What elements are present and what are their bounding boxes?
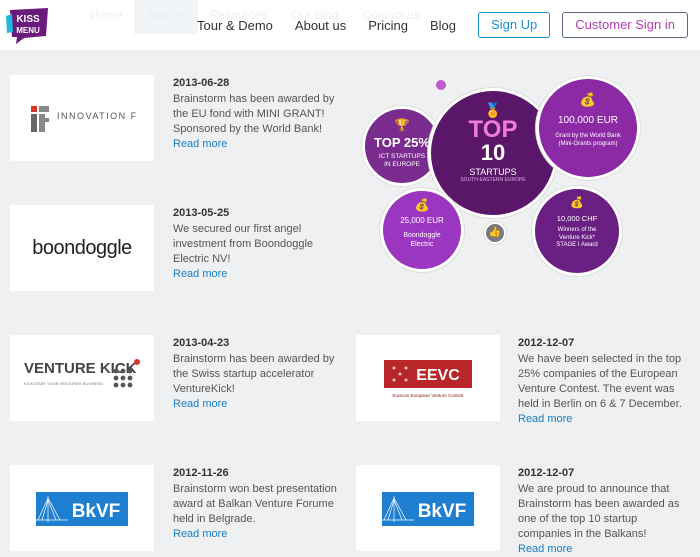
money-bag-icon: 💰: [414, 198, 430, 212]
badge-25k-small: Boondoggle Electric: [403, 232, 441, 248]
award-line: Brainstorm has been awarded as: [518, 498, 680, 510]
award-date: 2012-12-07: [518, 337, 575, 349]
award-line: We are proud to announce that: [518, 483, 670, 495]
award-item-3: 2013-04-23 Brainstorm has been awarded b…: [173, 336, 334, 412]
award-item-5: 2012-11-26 Brainstorm won best presentat…: [173, 466, 337, 542]
logo-text-menu: MENU: [16, 26, 40, 35]
innovation-fund-logo: INNOVATION FUND: [31, 106, 137, 132]
eevc-logo: EEVC Eurecan European Venture Contest: [384, 360, 472, 398]
read-more-link[interactable]: Read more: [173, 137, 334, 152]
nav-about-us[interactable]: About us: [295, 18, 346, 33]
read-more-link[interactable]: Read more: [173, 397, 334, 412]
badge-25k-eur[interactable]: 💰 25,000 EUR Boondoggle Electric: [380, 188, 464, 272]
award-line: companies in the Balkans!: [518, 528, 647, 540]
read-more-link[interactable]: Read more: [173, 267, 313, 282]
innovation-fund-logo-text: INNOVATION FUND: [57, 111, 137, 121]
award-line: investment from Boondoggle: [173, 238, 314, 250]
bkvf-logo: BkVF: [36, 492, 128, 526]
nav-tour-demo[interactable]: Tour & Demo: [197, 18, 273, 33]
nav-pricing[interactable]: Pricing: [368, 18, 408, 33]
award-line: We have been selected in the top: [518, 353, 682, 365]
venture-kick-logo-card[interactable]: VENTURE KICK KICKSTART YOUR VENTURES BUS…: [10, 335, 154, 421]
decor-dot-icon: [436, 80, 446, 90]
badge-100k-big: 100,000 EUR: [557, 115, 619, 126]
award-line: the EU fond with MINI GRANT!: [173, 108, 325, 120]
badge-top10-big2: 10: [480, 140, 506, 165]
badge-100k-eur[interactable]: 💰 100,000 EUR Grant by the World Bank (M…: [536, 76, 640, 180]
badge-10k-chf[interactable]: 💰 10,000 CHF Winners of the Venture Kick…: [532, 186, 622, 276]
top-bar: Home Awards Resources Our Blog Contact u…: [0, 0, 700, 50]
award-line: VentureKick!: [173, 383, 235, 395]
sign-up-button[interactable]: Sign Up: [478, 12, 551, 38]
venture-kick-logo: VENTURE KICK KICKSTART YOUR VENTURES BUS…: [24, 359, 140, 388]
main-nav: Tour & Demo About us Pricing Blog Sign U…: [197, 12, 700, 38]
eevc-logo-text: EEVC: [416, 367, 460, 384]
badge-top10-mid: STARTUPS: [469, 167, 517, 177]
award-line: Brainstorm has been awarded by: [173, 353, 335, 365]
venture-kick-logo-sub: KICKSTART YOUR VENTURES BUSINESS: [24, 381, 103, 386]
eevc-logo-sub: Eurecan European Venture Contest: [392, 393, 464, 398]
award-line: Electric NV!: [173, 253, 231, 265]
money-bag-icon: 💰: [579, 92, 597, 107]
badge-top10-small: SOUTH-EASTERN EUROPE: [460, 177, 526, 183]
award-date: 2013-06-28: [173, 77, 230, 89]
eevc-logo-card[interactable]: EEVC Eurecan European Venture Contest: [356, 335, 500, 421]
award-line: Venture Contest. The event was: [518, 383, 675, 395]
bkvf-logo-text: BkVF: [72, 501, 121, 522]
award-line: 25% companies of the European: [518, 368, 678, 380]
boondoggle-logo-card[interactable]: boondoggle: [10, 205, 154, 291]
boondoggle-logo: boondoggle: [32, 236, 132, 259]
badge-25k-big: 25,000 EUR: [400, 216, 444, 225]
bkvf-logo-card[interactable]: BkVF: [10, 465, 154, 551]
venture-kick-logo-text: VENTURE KICK: [24, 360, 137, 377]
nav-blog[interactable]: Blog: [430, 18, 456, 33]
award-line: held in Berlin on 6 & 7 December.: [518, 398, 682, 410]
bkvf-logo: BkVF: [382, 492, 474, 526]
read-more-link[interactable]: Read more: [518, 542, 679, 557]
badge-10k-big: 10,000 CHF: [556, 214, 598, 223]
bkvf-logo-text: BkVF: [418, 501, 467, 522]
award-date: 2012-11-26: [173, 467, 229, 479]
award-line: held in Belgrade.: [173, 513, 256, 525]
kiss-menu-logo[interactable]: KISS MENU: [4, 6, 52, 44]
award-line: the Swiss startup accelerator: [173, 368, 315, 380]
bkvf-logo-card[interactable]: BkVF: [356, 465, 500, 551]
award-line: award at Balkan Venture Forume: [173, 498, 334, 510]
awards-badge-cluster: 🏆 TOP 25% ICT STARTUPS IN EUROPE 🏅 TOP 1…: [358, 72, 658, 287]
money-bag-icon: 💰: [570, 197, 584, 209]
award-item-2: 2013-05-25 We secured our first angel in…: [173, 206, 313, 282]
award-item-4: 2012-12-07 We have been selected in the …: [518, 336, 682, 427]
medal-icon: 🏅: [484, 102, 502, 118]
read-more-link[interactable]: Read more: [518, 412, 682, 427]
award-item-1: 2013-06-28 Brainstorm has been awarded b…: [173, 76, 334, 152]
logo-text-kiss: KISS: [16, 14, 40, 25]
trophy-icon: 🏆: [394, 118, 410, 132]
award-line: We secured our first angel: [173, 223, 302, 235]
badge-100k-small: Grant by the World Bank (Mini-Grants pro…: [555, 133, 621, 147]
thumbs-up-icon[interactable]: 👍: [484, 222, 506, 244]
ghost-nav-awards[interactable]: Awards: [134, 0, 198, 34]
award-line: Brainstorm won best presentation: [173, 483, 337, 495]
award-date: 2012-12-07: [518, 467, 575, 479]
award-date: 2013-04-23: [173, 337, 230, 349]
award-date: 2013-05-25: [173, 207, 230, 219]
innovation-fund-logo-card[interactable]: INNOVATION FUND: [10, 75, 154, 161]
award-item-6: 2012-12-07 We are proud to announce that…: [518, 466, 679, 557]
award-line: one of the top 10 startup: [518, 513, 638, 525]
award-line: Brainstorm has been awarded by: [173, 93, 335, 105]
badge-10k-small: Winners of the Venture Kick* STAGE I Awa…: [556, 227, 598, 248]
award-line: Sponsored by the World Bank!: [173, 123, 322, 135]
ghost-nav-home[interactable]: Home: [78, 0, 134, 34]
read-more-link[interactable]: Read more: [173, 527, 337, 542]
customer-sign-in-button[interactable]: Customer Sign in: [562, 12, 688, 38]
